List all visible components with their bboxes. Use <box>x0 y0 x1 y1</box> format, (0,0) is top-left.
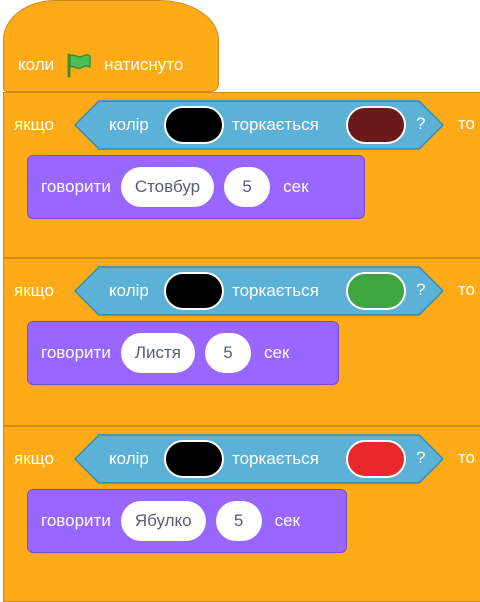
if-body: говорити Листя 5 сек <box>21 321 480 405</box>
color-label: колір <box>109 115 149 134</box>
say-label: говорити <box>41 511 111 530</box>
seconds-input[interactable]: 5 <box>215 501 262 541</box>
if-label: якщо <box>14 281 54 300</box>
say-for-secs-block[interactable]: говорити Ябулко 5 сек <box>27 489 347 553</box>
if-body: говорити Ябулко 5 сек <box>21 489 480 573</box>
color-label: колір <box>109 281 149 300</box>
if-label: якщо <box>14 115 54 134</box>
seconds-label: сек <box>274 511 300 530</box>
color-swatch-1[interactable] <box>164 106 224 144</box>
say-label: говорити <box>41 177 111 196</box>
if-then-block-2[interactable]: якщо колір торкається ? то говорити Лист… <box>3 258 480 426</box>
question-mark: ? <box>416 280 426 299</box>
if-then-block-3[interactable]: якщо колір торкається ? то говорити Ябул… <box>3 426 480 602</box>
color-touching-color-condition[interactable]: колір торкається ? <box>74 434 444 484</box>
touching-label: торкається <box>232 281 319 300</box>
color-swatch-2[interactable] <box>346 272 406 310</box>
color-touching-color-condition[interactable]: колір торкається ? <box>74 266 444 316</box>
if-label: якщо <box>14 449 54 468</box>
then-label: то <box>457 280 475 299</box>
color-swatch-2[interactable] <box>346 106 406 144</box>
seconds-label: сек <box>263 343 290 362</box>
when-flag-clicked-block[interactable]: коли натиснуто <box>3 0 219 92</box>
then-label: то <box>457 448 475 467</box>
seconds-input[interactable]: 5 <box>224 167 271 207</box>
clicked-label: натиснуто <box>104 55 184 74</box>
seconds-label: сек <box>283 177 309 196</box>
if-then-block-1[interactable]: якщо колір торкається ? то говорити Стов… <box>3 92 480 258</box>
color-swatch-2[interactable] <box>346 440 406 478</box>
seconds-input[interactable]: 5 <box>204 333 251 373</box>
touching-label: торкається <box>232 449 319 468</box>
question-mark: ? <box>416 448 426 467</box>
message-input[interactable]: Листя <box>120 333 195 373</box>
touching-label: торкається <box>232 115 319 134</box>
say-for-secs-block[interactable]: говорити Листя 5 сек <box>27 321 339 385</box>
color-touching-color-condition[interactable]: колір торкається ? <box>74 100 444 150</box>
green-flag-icon <box>67 53 91 78</box>
color-label: колір <box>109 449 149 468</box>
color-swatch-1[interactable] <box>164 440 224 478</box>
if-body: говорити Стовбур 5 сек <box>21 155 480 239</box>
message-input[interactable]: Ябулко <box>120 501 206 541</box>
question-mark: ? <box>416 114 426 133</box>
message-input[interactable]: Стовбур <box>120 167 215 207</box>
when-label: коли <box>18 55 55 74</box>
then-label: то <box>457 114 475 133</box>
say-for-secs-block[interactable]: говорити Стовбур 5 сек <box>27 155 365 219</box>
say-label: говорити <box>41 343 111 362</box>
color-swatch-1[interactable] <box>164 272 224 310</box>
